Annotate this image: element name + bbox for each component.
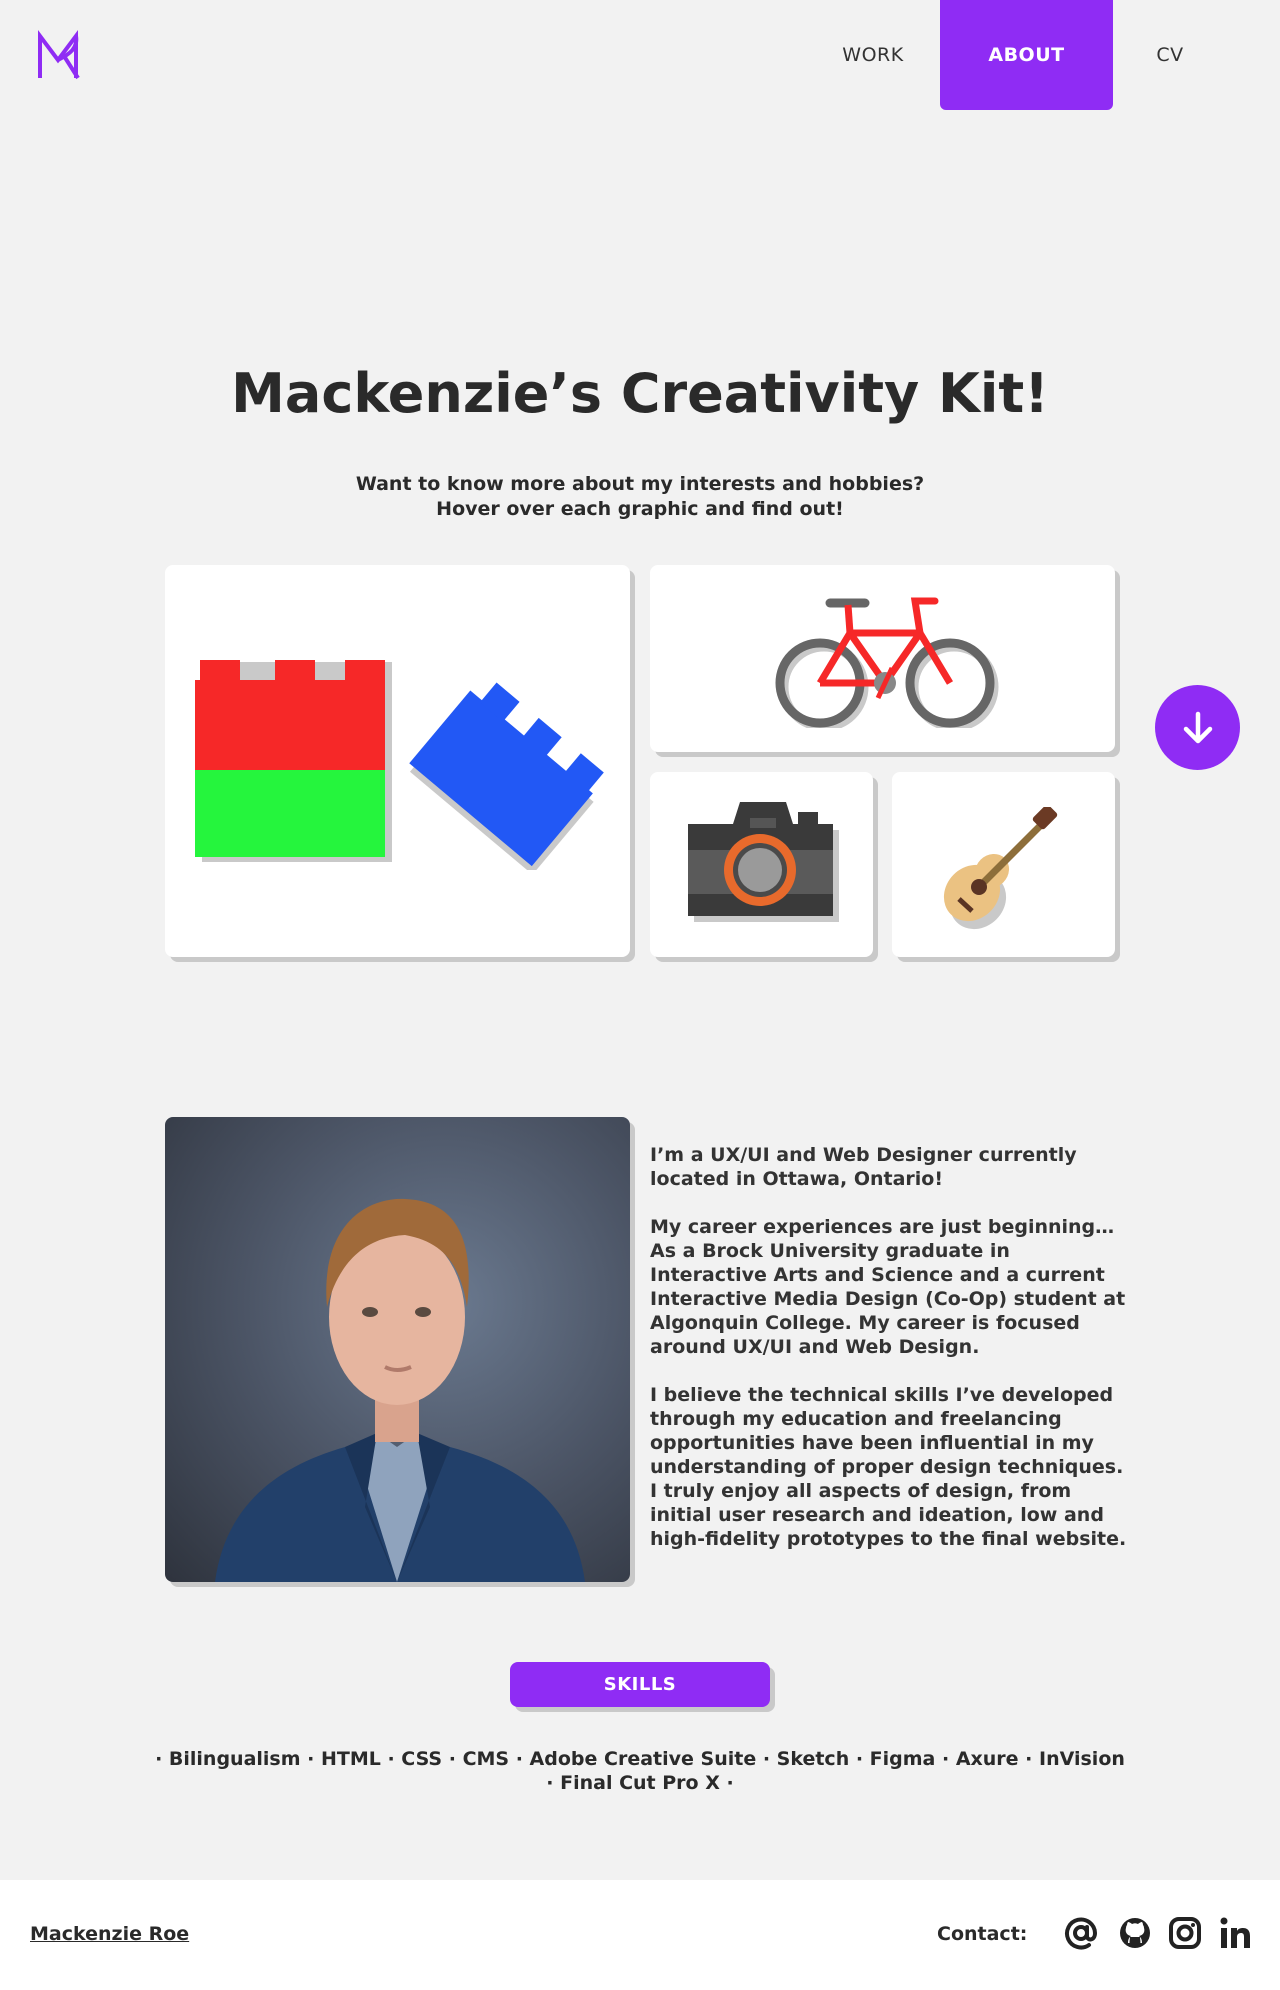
arrow-down-icon: [1183, 711, 1212, 743]
email-at-icon[interactable]: [1062, 1914, 1100, 1952]
hobby-card-bicycle[interactable]: [650, 565, 1115, 752]
hobby-card-guitar[interactable]: [892, 772, 1115, 957]
camera-icon: [688, 802, 839, 922]
portrait-photo: [165, 1117, 630, 1582]
skills-list-line2: · Final Cut Pro X ·: [546, 1772, 734, 1794]
guitar-icon: [943, 807, 1058, 930]
hero-subtitle-line2: Hover over each graphic and find out!: [436, 498, 844, 520]
scroll-down-button[interactable]: [1155, 685, 1240, 770]
page-title: Mackenzie’s Creativity Kit!: [231, 362, 1049, 425]
bio-paragraph: I believe the technical skills I’ve deve…: [650, 1384, 1127, 1550]
bio-paragraph: I’m a UX/UI and Web Designer currently l…: [650, 1144, 1077, 1190]
footer: Mackenzie Roe Contact:: [0, 1880, 1280, 1990]
hobby-card-camera[interactable]: [650, 772, 873, 957]
linkedin-icon[interactable]: [1216, 1914, 1254, 1952]
github-icon[interactable]: [1116, 1914, 1154, 1952]
instagram-icon[interactable]: [1166, 1914, 1204, 1952]
bio-paragraph: My career experiences are just beginning…: [650, 1216, 1126, 1358]
nav-about[interactable]: ABOUT: [940, 0, 1113, 110]
contact-label: Contact:: [937, 1923, 1028, 1945]
skills-button[interactable]: SKILLS: [510, 1662, 770, 1707]
lego-icon: [195, 660, 604, 870]
about-bio: I’m a UX/UI and Web Designer currently l…: [650, 1143, 1130, 1575]
nav-cv[interactable]: CV: [1130, 0, 1210, 110]
hero-subtitle-line1: Want to know more about my interests and…: [355, 473, 925, 495]
footer-name-link[interactable]: Mackenzie Roe: [30, 1923, 189, 1945]
bicycle-icon: [775, 597, 999, 728]
skills-list-line1: · Bilingualism · HTML · CSS · CMS · Adob…: [155, 1748, 1125, 1770]
hobby-card-lego[interactable]: [165, 565, 630, 957]
logo[interactable]: [36, 30, 82, 82]
nav-work[interactable]: WORK: [813, 0, 933, 110]
hero-subtitle: Want to know more about my interests and…: [0, 472, 1280, 522]
